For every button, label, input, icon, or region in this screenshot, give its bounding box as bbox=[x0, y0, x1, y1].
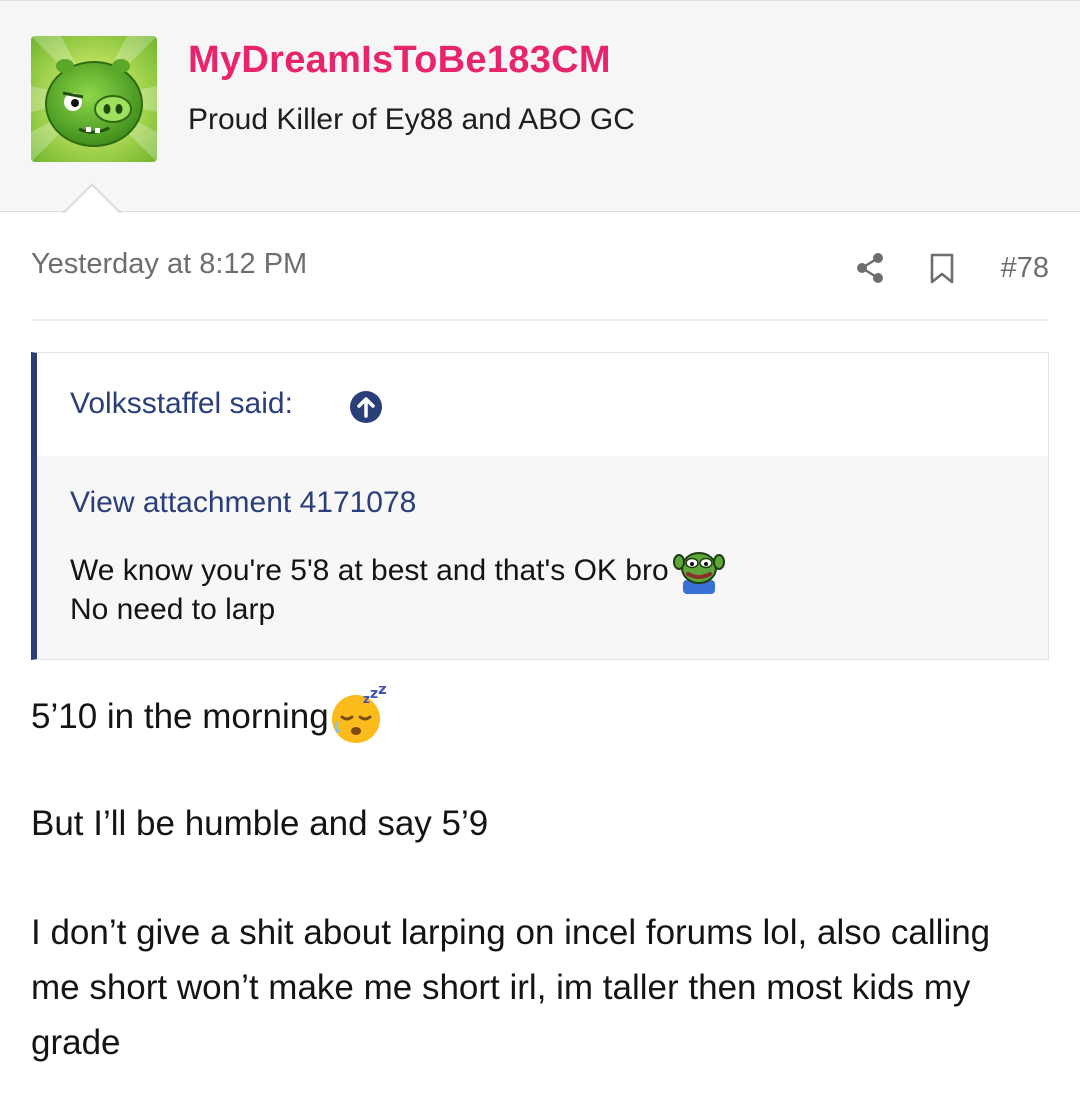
arrow-up-circle-icon[interactable] bbox=[349, 390, 383, 424]
sleeping-face-emoji-icon: z z z bbox=[329, 680, 387, 744]
post-meta: Yesterday at 8:12 PM #78 bbox=[31, 248, 1049, 288]
bookmark-icon[interactable] bbox=[925, 251, 959, 285]
quote-body: View attachment 4171078 We know you're 5… bbox=[37, 456, 1048, 659]
attachment-link[interactable]: View attachment 4171078 bbox=[70, 486, 416, 520]
quote-header: Volksstaffel said: bbox=[37, 353, 1048, 457]
meta-divider bbox=[31, 319, 1049, 321]
username[interactable]: MyDreamIsToBe183CM bbox=[188, 39, 611, 82]
quote-author[interactable]: Volksstaffel said: bbox=[70, 387, 293, 421]
post-body-line2: But I’ll be humble and say 5’9 bbox=[31, 804, 489, 843]
svg-text:z: z bbox=[363, 692, 370, 706]
post-text: 5’10 in the morning bbox=[31, 697, 329, 736]
user-header: MyDreamIsToBe183CM Proud Killer of Ey88 … bbox=[0, 0, 1080, 214]
green-pig-avatar-icon bbox=[31, 36, 157, 162]
post-body-line1: 5’10 in the morning z z z bbox=[31, 680, 387, 744]
svg-text:z: z bbox=[370, 686, 378, 702]
post-body-line3: I don’t give a shit about larping on inc… bbox=[31, 913, 991, 1062]
share-icon[interactable] bbox=[853, 251, 887, 285]
svg-text:z: z bbox=[378, 686, 387, 698]
user-avatar[interactable] bbox=[31, 36, 157, 162]
quote-block: Volksstaffel said: View attachment 41710… bbox=[31, 352, 1049, 660]
post-number[interactable]: #78 bbox=[1001, 252, 1049, 285]
user-title: Proud Killer of Ey88 and ABO GC bbox=[188, 103, 635, 136]
pepe-emoji-icon bbox=[672, 542, 725, 594]
quote-text: We know you're 5'8 at best and that's OK… bbox=[70, 554, 669, 587]
header-pointer-fill bbox=[64, 186, 120, 214]
post-actions: #78 bbox=[853, 248, 1049, 288]
quote-text-line2: No need to larp bbox=[70, 593, 276, 626]
quote-text-line1: We know you're 5'8 at best and that's OK… bbox=[70, 542, 725, 594]
post-date[interactable]: Yesterday at 8:12 PM bbox=[31, 248, 307, 281]
